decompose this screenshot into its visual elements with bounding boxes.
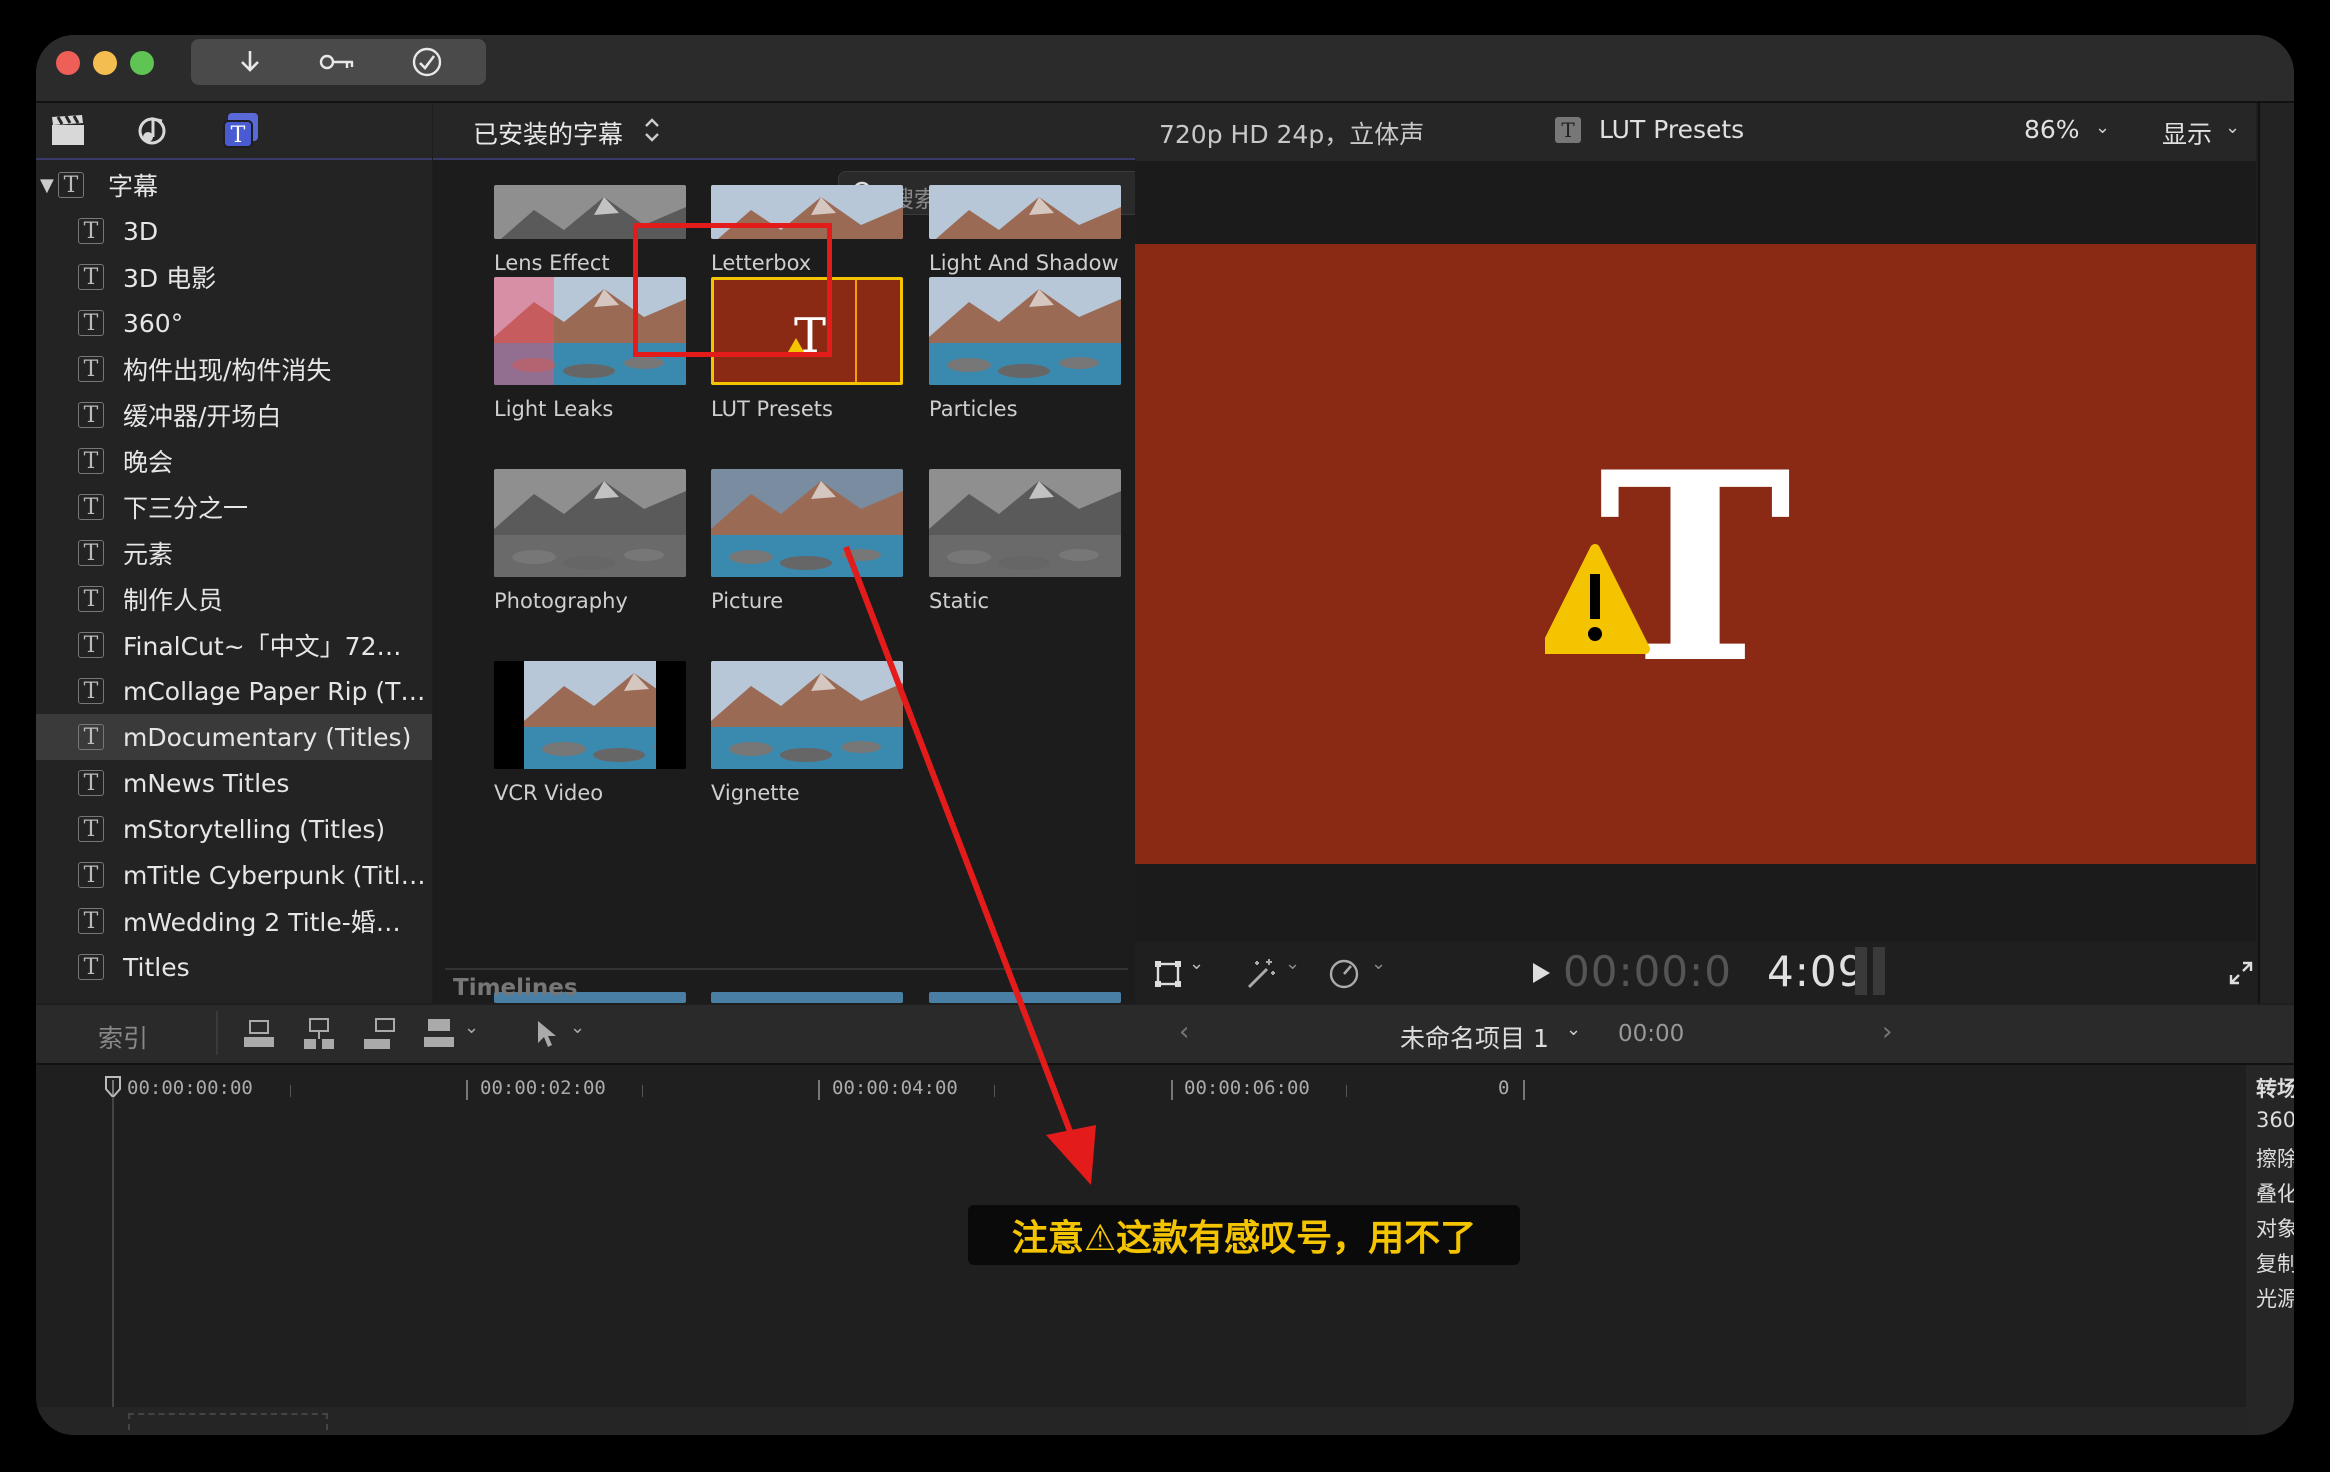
- annotation-arrow: [843, 545, 1096, 1185]
- app-window: T ▼ T 字幕 T 3D T 3D 电影 T 360° T 构件出现/构件消失 T 缓冲器/开场…: [36, 35, 2294, 1435]
